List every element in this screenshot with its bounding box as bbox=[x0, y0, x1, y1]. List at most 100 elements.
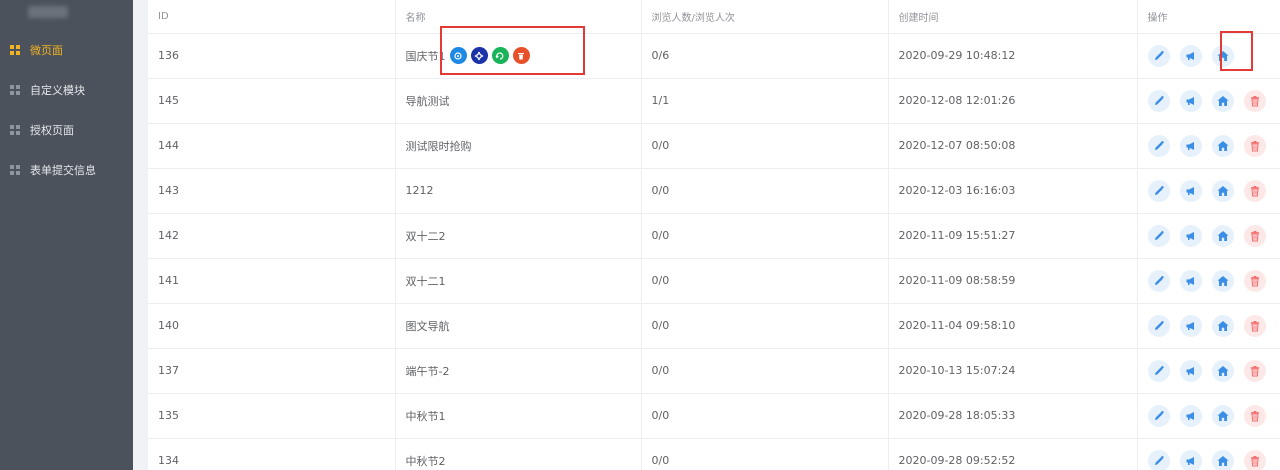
promote-button[interactable] bbox=[1179, 314, 1202, 337]
edit-button[interactable] bbox=[1147, 449, 1170, 470]
cell-id: 136 bbox=[148, 33, 396, 79]
cell-created: 2020-09-28 18:05:33 bbox=[888, 393, 1138, 439]
logo bbox=[28, 6, 68, 18]
edit-button[interactable] bbox=[1147, 404, 1170, 427]
edit-button[interactable] bbox=[1147, 44, 1170, 67]
refresh-icon bbox=[495, 51, 504, 60]
cell-ops bbox=[1137, 78, 1280, 124]
header-name: 名称 bbox=[395, 0, 642, 34]
table-row[interactable]: 141 双十二1 0/0 2020-11-09 08:58:59 bbox=[148, 258, 1280, 304]
promote-button[interactable] bbox=[1179, 449, 1202, 470]
trash-icon bbox=[1250, 410, 1259, 421]
home-icon bbox=[1217, 230, 1228, 241]
table-row[interactable]: 140 图文导航 0/0 2020-11-04 09:58:10 bbox=[148, 303, 1280, 349]
edit-button[interactable] bbox=[1147, 224, 1170, 247]
page-name[interactable]: 中秋节1 bbox=[406, 408, 446, 424]
set-home-button[interactable] bbox=[1211, 404, 1234, 427]
promote-button[interactable] bbox=[1179, 404, 1202, 427]
promote-button[interactable] bbox=[1179, 224, 1202, 247]
pages-table: ID 名称 浏览人数/浏览人次 创建时间 操作 136 国庆节1 0/6 202… bbox=[148, 0, 1280, 470]
edit-icon bbox=[1154, 455, 1164, 465]
set-home-button[interactable] bbox=[1211, 314, 1234, 337]
megaphone-icon bbox=[1186, 141, 1194, 150]
app-root: 微页面 自定义模块 授权页面 表单提交信息 ID 名称 浏览人数/浏览人次 创建… bbox=[0, 0, 1280, 470]
page-name[interactable]: 国庆节1 bbox=[406, 48, 446, 64]
home-icon bbox=[1217, 140, 1228, 151]
set-home-button[interactable] bbox=[1211, 44, 1234, 67]
delete-button[interactable] bbox=[1243, 449, 1266, 470]
table-row[interactable]: 136 国庆节1 0/6 2020-09-29 10:48:12 bbox=[148, 33, 1280, 79]
promote-button[interactable] bbox=[1179, 134, 1202, 157]
cell-views: 0/0 bbox=[641, 123, 889, 169]
cell-created: 2020-10-13 15:07:24 bbox=[888, 348, 1138, 394]
grid-icon bbox=[10, 45, 20, 55]
page-name[interactable]: 图文导航 bbox=[406, 318, 450, 334]
page-name[interactable]: 双十二2 bbox=[406, 228, 446, 244]
cell-views: 0/0 bbox=[641, 438, 889, 470]
edit-button[interactable] bbox=[1147, 89, 1170, 112]
delete-button[interactable] bbox=[1243, 134, 1266, 157]
cell-ops bbox=[1137, 438, 1280, 470]
table-row[interactable]: 145 导航测试 1/1 2020-12-08 12:01:26 bbox=[148, 78, 1280, 124]
table-row[interactable]: 134 中秋节2 0/0 2020-09-28 09:52:52 bbox=[148, 438, 1280, 470]
refresh-button[interactable] bbox=[491, 47, 509, 64]
delete-button[interactable] bbox=[1243, 179, 1266, 202]
set-home-button[interactable] bbox=[1211, 179, 1234, 202]
delete-button[interactable] bbox=[1243, 269, 1266, 292]
cell-views: 0/0 bbox=[641, 258, 889, 304]
cell-ops bbox=[1137, 168, 1280, 214]
table-row[interactable]: 142 双十二2 0/0 2020-11-09 15:51:27 bbox=[148, 213, 1280, 259]
page-name[interactable]: 测试限时抢购 bbox=[406, 138, 472, 154]
edit-button[interactable] bbox=[1147, 359, 1170, 382]
promote-button[interactable] bbox=[1179, 269, 1202, 292]
edit-button[interactable] bbox=[1147, 269, 1170, 292]
cell-name: 1212 bbox=[395, 168, 642, 214]
settings-button[interactable] bbox=[470, 47, 488, 64]
page-name[interactable]: 导航测试 bbox=[406, 93, 450, 109]
set-home-button[interactable] bbox=[1211, 89, 1234, 112]
pages-table-wrap: ID 名称 浏览人数/浏览人次 创建时间 操作 136 国庆节1 0/6 202… bbox=[148, 0, 1280, 470]
page-name[interactable]: 中秋节2 bbox=[406, 453, 446, 469]
promote-button[interactable] bbox=[1179, 179, 1202, 202]
home-icon bbox=[1217, 365, 1228, 376]
table-row[interactable]: 144 测试限时抢购 0/0 2020-12-07 08:50:08 bbox=[148, 123, 1280, 169]
set-home-button[interactable] bbox=[1211, 224, 1234, 247]
sidebar-item-custom-module[interactable]: 自定义模块 bbox=[0, 80, 133, 100]
sidebar-item-auth-page[interactable]: 授权页面 bbox=[0, 120, 133, 140]
delete-button[interactable] bbox=[1243, 359, 1266, 382]
delete-inline-button[interactable] bbox=[512, 47, 530, 64]
edit-button[interactable] bbox=[1147, 134, 1170, 157]
sidebar-item-form-submissions[interactable]: 表单提交信息 bbox=[0, 160, 133, 180]
promote-button[interactable] bbox=[1179, 359, 1202, 382]
cell-views: 0/0 bbox=[641, 348, 889, 394]
edit-button[interactable] bbox=[1147, 179, 1170, 202]
cell-created: 2020-12-08 12:01:26 bbox=[888, 78, 1138, 124]
edit-button[interactable] bbox=[1147, 314, 1170, 337]
delete-button[interactable] bbox=[1243, 224, 1266, 247]
promote-button[interactable] bbox=[1179, 44, 1202, 67]
set-home-button[interactable] bbox=[1211, 359, 1234, 382]
page-name[interactable]: 端午节-2 bbox=[406, 363, 450, 379]
set-home-button[interactable] bbox=[1211, 449, 1234, 470]
table-row[interactable]: 137 端午节-2 0/0 2020-10-13 15:07:24 bbox=[148, 348, 1280, 394]
set-home-button[interactable] bbox=[1211, 269, 1234, 292]
page-name[interactable]: 1212 bbox=[406, 184, 434, 197]
table-row[interactable]: 143 1212 0/0 2020-12-03 16:16:03 bbox=[148, 168, 1280, 214]
cell-name: 中秋节1 bbox=[395, 393, 642, 439]
sidebar-item-micro-page[interactable]: 微页面 bbox=[0, 40, 133, 60]
megaphone-icon bbox=[1186, 231, 1194, 240]
edit-icon bbox=[1154, 275, 1164, 285]
home-icon bbox=[1217, 275, 1228, 286]
delete-button[interactable] bbox=[1243, 314, 1266, 337]
cell-id: 135 bbox=[148, 393, 396, 439]
copy-link-button[interactable] bbox=[449, 47, 467, 64]
promote-button[interactable] bbox=[1179, 89, 1202, 112]
cell-name: 测试限时抢购 bbox=[395, 123, 642, 169]
set-home-button[interactable] bbox=[1211, 134, 1234, 157]
page-name[interactable]: 双十二1 bbox=[406, 273, 446, 289]
table-row[interactable]: 135 中秋节1 0/0 2020-09-28 18:05:33 bbox=[148, 393, 1280, 439]
megaphone-icon bbox=[1186, 411, 1194, 420]
cell-name: 双十二1 bbox=[395, 258, 642, 304]
delete-button[interactable] bbox=[1243, 404, 1266, 427]
delete-button[interactable] bbox=[1243, 89, 1266, 112]
